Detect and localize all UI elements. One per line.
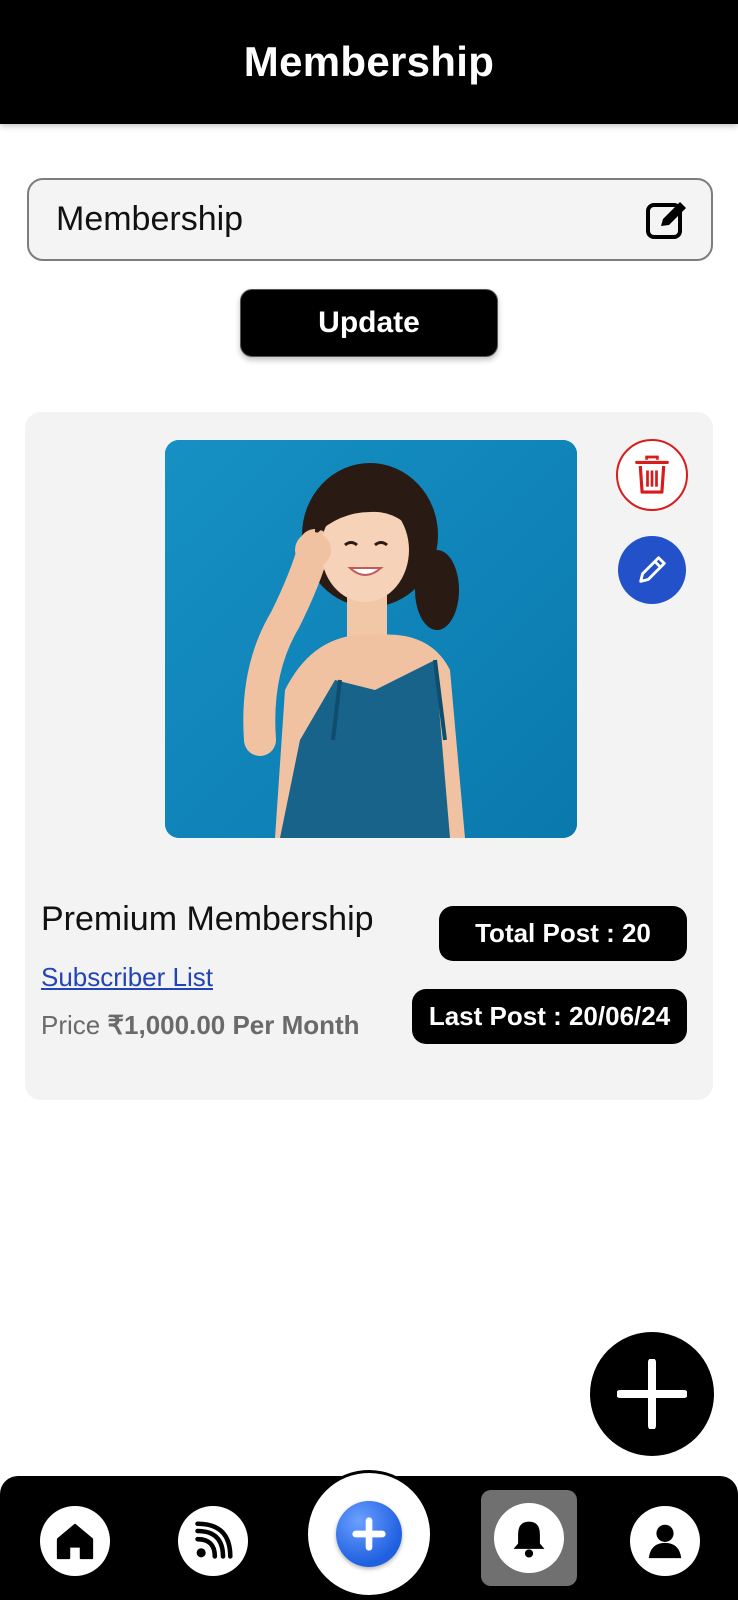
add-icon	[336, 1501, 402, 1567]
membership-name-field[interactable]: Membership	[27, 178, 713, 261]
bell-icon	[513, 1521, 545, 1558]
membership-photo	[165, 440, 577, 838]
pencil-icon	[639, 556, 666, 583]
nav-notifications-active[interactable]	[481, 1490, 577, 1586]
bottom-navigation	[0, 1470, 738, 1600]
membership-name-value: Membership	[56, 200, 244, 238]
total-post-badge: Total Post : 20	[439, 906, 687, 961]
nav-profile[interactable]	[630, 1506, 700, 1576]
edit-membership-button[interactable]	[618, 536, 686, 604]
last-post-badge: Last Post : 20/06/24	[412, 989, 687, 1044]
nav-feed[interactable]	[178, 1506, 248, 1576]
feed-icon	[195, 1521, 233, 1559]
subscriber-list-link[interactable]: Subscriber List	[41, 962, 213, 993]
update-button[interactable]: Update	[240, 289, 498, 357]
membership-card: Premium Membership Subscriber List Price…	[25, 412, 713, 1100]
trash-icon	[635, 455, 669, 494]
plan-title: Premium Membership	[41, 900, 374, 938]
delete-button[interactable]	[616, 439, 688, 511]
price-line: Price ₹1,000.00 Per Month	[41, 1010, 360, 1041]
edit-square-icon[interactable]	[645, 198, 689, 242]
plus-icon	[617, 1359, 687, 1429]
price-label: Price	[41, 1010, 101, 1040]
price-value: ₹1,000.00 Per Month	[107, 1010, 360, 1040]
home-icon	[56, 1523, 94, 1560]
nav-add[interactable]	[305, 1470, 433, 1598]
add-membership-fab[interactable]	[590, 1332, 714, 1456]
nav-notifications[interactable]	[494, 1503, 564, 1573]
profile-icon	[648, 1524, 682, 1559]
nav-home[interactable]	[40, 1506, 110, 1576]
top-bar: Membership	[0, 0, 738, 124]
page-title: Membership	[243, 38, 495, 85]
